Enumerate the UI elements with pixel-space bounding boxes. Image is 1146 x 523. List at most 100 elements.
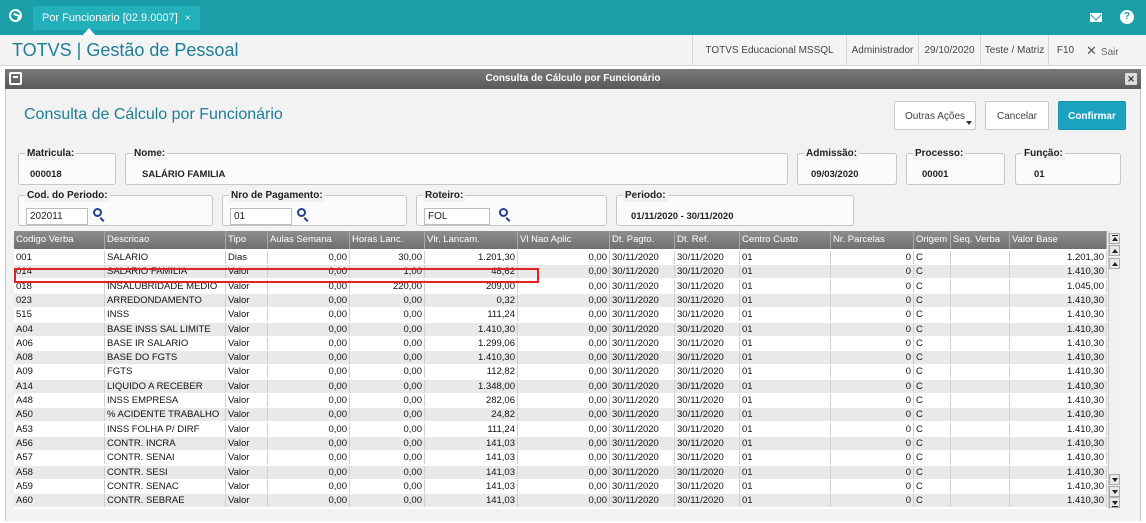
grid-header: Codigo Verba Descricao Tipo Aulas Semana Hor… bbox=[14, 231, 1107, 249]
cell-vlr-lancam: 112,82 bbox=[425, 365, 518, 379]
highlighted-row-outline bbox=[14, 268, 539, 283]
grid-scrollbar[interactable] bbox=[1108, 231, 1120, 509]
table-row[interactable]: 515 INSS Valor 0,00 0,00 111,24 0,00 30/11/2020… bbox=[14, 308, 1107, 322]
cell-centro-custo: 01 bbox=[740, 251, 831, 264]
column-header-tipo[interactable]: Tipo bbox=[226, 231, 268, 249]
other-actions-button[interactable]: Outras Ações bbox=[894, 101, 976, 130]
cell-dt-ref: 30/11/2020 bbox=[675, 293, 740, 307]
cell-dt-pagto: 30/11/2020 bbox=[610, 279, 675, 293]
cell-horas-lanc: 0,00 bbox=[350, 293, 425, 307]
table-row[interactable]: 023 ARREDONDAMENTO Valor 0,00 0,00 0,32 0,00 30… bbox=[14, 293, 1107, 307]
table-row[interactable]: 001 SALARIO Dias 0,00 30,00 1.201,30 0,00 30/11… bbox=[14, 251, 1107, 264]
cell-vlr-lancam: 24,82 bbox=[425, 408, 518, 422]
cell-horas-lanc: 0,00 bbox=[350, 465, 425, 479]
table-row[interactable]: A50% ACIDENTE TRABALHO Valor 0,00 0,00 24,82… bbox=[14, 408, 1107, 422]
confirm-button[interactable]: Confirmar bbox=[1058, 101, 1126, 130]
cell-dt-ref: 30/11/2020 bbox=[675, 322, 740, 336]
cell-centro-custo: 01 bbox=[740, 422, 831, 436]
table-row[interactable]: A08 BASE DO FGTS Valor 0,00 0,00 1.410,30 0,00… bbox=[14, 351, 1107, 365]
cell-centro-custo: 01 bbox=[740, 379, 831, 393]
column-header-valor-base[interactable]: Valor Base bbox=[1010, 231, 1107, 249]
column-header-codigo-verba[interactable]: Codigo Verba bbox=[14, 231, 105, 249]
user-info[interactable]: Administrador bbox=[846, 35, 918, 66]
scroll-up-icon[interactable] bbox=[1109, 258, 1120, 269]
column-header-nr-parcelas[interactable]: Nr. Parcelas bbox=[831, 231, 914, 249]
column-header-vlr-lancam[interactable]: Vlr. Lancam. bbox=[425, 231, 518, 249]
cell-codigo-verba: A14 bbox=[14, 379, 105, 393]
scroll-top-icon[interactable] bbox=[1109, 233, 1120, 244]
cell-seq-verba bbox=[951, 394, 1010, 407]
cell-aulas-semana: 0,00 bbox=[268, 351, 350, 365]
cell-centro-custo: 01 bbox=[740, 394, 831, 407]
cell-valor-base: 1.410,30 bbox=[1010, 436, 1107, 450]
branch-info[interactable]: Teste / Matriz bbox=[980, 35, 1048, 66]
table-row[interactable]: A14 LIQUIDO A RECEBER Valor 0,00 0,00 1.348,0… bbox=[14, 379, 1107, 393]
tab-por-funcionario[interactable]: Por Funcionario [02.9.0007] × bbox=[33, 6, 200, 30]
cell-nr-parcelas: 0 bbox=[831, 436, 914, 450]
table-row[interactable]: A56 CONTR. INCRA Valor 0,00 0,00 141,03 0,00 30… bbox=[14, 436, 1107, 450]
cell-dt-pagto: 30/11/2020 bbox=[610, 293, 675, 307]
roteiro-input[interactable]: FOL bbox=[424, 208, 490, 225]
cell-dt-pagto: 30/11/2020 bbox=[610, 465, 675, 479]
table-row[interactable]: A48 INSS EMPRESA Valor 0,00 0,00 282,06 0,00 30… bbox=[14, 394, 1107, 407]
cell-tipo: Valor bbox=[226, 336, 268, 350]
cell-tipo: Valor bbox=[226, 379, 268, 393]
dialog-close-icon[interactable]: ✕ bbox=[1125, 73, 1137, 85]
periodo-value: 01/11/2020 - 30/11/2020 bbox=[631, 211, 734, 222]
cell-valor-base: 1.410,30 bbox=[1010, 494, 1107, 508]
cell-aulas-semana: 0,00 bbox=[268, 308, 350, 322]
search-icon[interactable] bbox=[297, 208, 306, 217]
column-header-aulas-semana[interactable]: Aulas Semana bbox=[268, 231, 350, 249]
cell-codigo-verba: A59 bbox=[14, 479, 105, 493]
nro-pagamento-input[interactable]: 01 bbox=[230, 208, 292, 225]
table-row[interactable]: A53 INSS FOLHA P/ DIRF Valor 0,00 0,00 111,24… bbox=[14, 422, 1107, 436]
search-icon[interactable] bbox=[93, 208, 102, 217]
column-header-origem[interactable]: Origem bbox=[914, 231, 951, 249]
scroll-down-icon[interactable] bbox=[1109, 474, 1120, 485]
cell-centro-custo: 01 bbox=[740, 265, 831, 279]
column-header-dt-ref[interactable]: Dt. Ref. bbox=[675, 231, 740, 249]
cancel-button[interactable]: Cancelar bbox=[985, 101, 1049, 130]
cod-periodo-input[interactable]: 202011 bbox=[26, 208, 88, 225]
cell-valor-base: 1.410,30 bbox=[1010, 465, 1107, 479]
table-row[interactable]: A04 BASE INSS SAL LIMITE Valor 0,00 0,00 1.41… bbox=[14, 322, 1107, 336]
column-header-vl-nao-aplic[interactable]: Vl Nao Aplic bbox=[518, 231, 610, 249]
table-row[interactable]: A59 CONTR. SENAC Valor 0,00 0,00 141,03 0,00 30… bbox=[14, 479, 1107, 493]
cell-tipo: Valor bbox=[226, 394, 268, 407]
cell-vlr-lancam: 141,03 bbox=[425, 479, 518, 493]
environment-info[interactable]: TOTVS Educacional MSSQL P1225 bbox=[692, 35, 846, 87]
cell-origem: C bbox=[914, 408, 951, 422]
column-header-centro-custo[interactable]: Centro Custo bbox=[740, 231, 831, 249]
column-header-seq-verba[interactable]: Seq. Verba bbox=[951, 231, 1010, 249]
cell-nr-parcelas: 0 bbox=[831, 451, 914, 465]
f10-shortcut[interactable]: F10 bbox=[1048, 35, 1082, 66]
cell-seq-verba bbox=[951, 265, 1010, 279]
table-row[interactable]: A57 CONTR. SENAI Valor 0,00 0,00 141,03 0,00 30… bbox=[14, 451, 1107, 465]
table-row[interactable]: A06 BASE IR SALARIO Valor 0,00 0,00 1.299,06 0… bbox=[14, 336, 1107, 350]
cell-horas-lanc: 0,00 bbox=[350, 351, 425, 365]
search-icon[interactable] bbox=[499, 208, 508, 217]
mail-icon[interactable] bbox=[1090, 13, 1102, 22]
cell-nr-parcelas: 0 bbox=[831, 422, 914, 436]
cell-nr-parcelas: 0 bbox=[831, 408, 914, 422]
table-row[interactable]: A58 CONTR. SESI Valor 0,00 0,00 141,03 0,00 30/… bbox=[14, 465, 1107, 479]
column-header-descricao[interactable]: Descricao bbox=[105, 231, 226, 249]
scroll-bottom-icon[interactable] bbox=[1109, 497, 1120, 508]
cell-codigo-verba: A09 bbox=[14, 365, 105, 379]
totvs-logo-icon[interactable] bbox=[9, 9, 22, 22]
scroll-up-icon[interactable] bbox=[1109, 245, 1120, 256]
table-row[interactable]: A09 FGTS Valor 0,00 0,00 112,82 0,00 30/11/2020… bbox=[14, 365, 1107, 379]
cell-horas-lanc: 0,00 bbox=[350, 336, 425, 350]
table-row[interactable]: A60 CONTR. SEBRAE Valor 0,00 0,00 141,03 0,00 3… bbox=[14, 494, 1107, 508]
exit-button[interactable]: ✕ Sair bbox=[1086, 35, 1119, 66]
cell-origem: C bbox=[914, 293, 951, 307]
help-icon[interactable]: ? bbox=[1120, 10, 1134, 24]
scroll-down-icon[interactable] bbox=[1109, 486, 1120, 497]
column-header-horas-lanc[interactable]: Horas Lanc. bbox=[350, 231, 425, 249]
date-info[interactable]: 29/10/2020 bbox=[918, 35, 980, 66]
tab-close-icon[interactable]: × bbox=[185, 13, 191, 24]
funcao-value: 01 bbox=[1034, 169, 1045, 180]
cell-seq-verba bbox=[951, 336, 1010, 350]
cell-dt-ref: 30/11/2020 bbox=[675, 265, 740, 279]
column-header-dt-pagto[interactable]: Dt. Pagto. bbox=[610, 231, 675, 249]
